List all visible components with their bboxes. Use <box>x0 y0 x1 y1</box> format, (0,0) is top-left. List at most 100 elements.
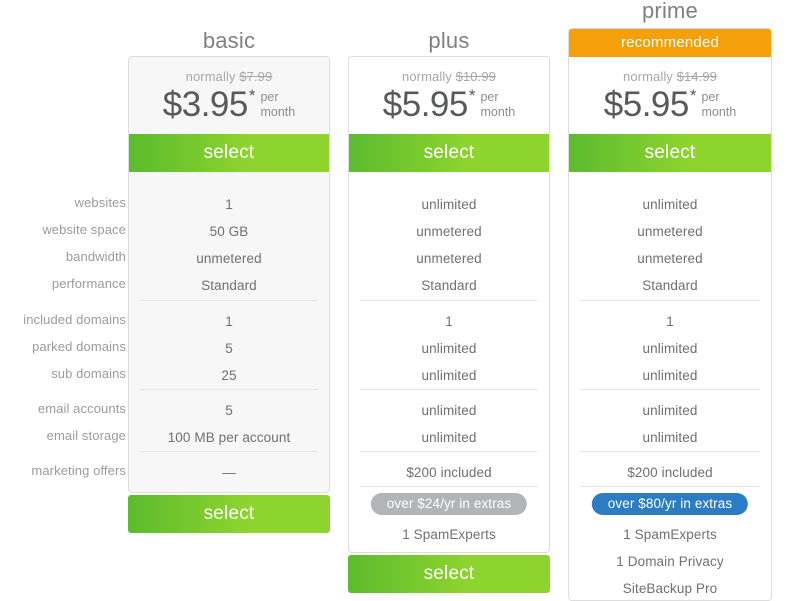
current-price: $3.95 <box>162 85 249 124</box>
feature-label-website-space: website space <box>42 222 126 237</box>
feature-label-email-storage: email storage <box>46 428 126 443</box>
per-month-label: per month <box>480 90 515 120</box>
feature-label-marketing-offers: marketing offers <box>31 463 126 478</box>
per-label: per <box>480 90 499 104</box>
group-divider-4 <box>580 486 760 487</box>
group-divider-1 <box>360 300 538 301</box>
feature-label-included-domains: included domains <box>23 312 126 327</box>
plan-title-basic: basic <box>202 28 256 53</box>
feature-value-prime-websites: unlimited <box>642 197 698 212</box>
price-asterisk: * <box>468 86 476 105</box>
feature-value-prime-performance: Standard <box>642 278 698 293</box>
feature-value-basic-performance: Standard <box>201 278 257 293</box>
plan-card-prime: recommended normally $14.99 $5.95 * per … <box>568 28 772 601</box>
current-price-row-basic: $3.95 * per month <box>129 86 329 124</box>
normally-price-prime: normally $14.99 <box>569 69 771 85</box>
feature-value-basic-marketing-offers: — <box>222 465 236 480</box>
feature-label-column: websites website space bandwidth perform… <box>0 0 126 601</box>
select-button-basic-bottom[interactable]: select <box>128 495 330 533</box>
feature-value-plus-bandwidth: unmetered <box>416 251 482 266</box>
feature-value-basic-parked-domains: 5 <box>225 341 233 356</box>
current-price-row-plus: $5.95 * per month <box>349 86 549 124</box>
group-divider-2 <box>140 389 318 390</box>
select-button-prime-top[interactable]: select <box>569 134 771 172</box>
feature-value-basic-email-accounts: 5 <box>225 403 233 418</box>
extra-item-prime-3: SiteBackup Pro <box>622 581 718 596</box>
group-divider-3 <box>140 451 318 452</box>
plan-card-plus: normally $10.99 $5.95 * per month select… <box>348 56 550 553</box>
original-price: $10.99 <box>455 69 497 84</box>
feature-label-performance: performance <box>51 276 126 291</box>
recommended-badge: recommended <box>569 29 771 57</box>
plan-title-plus: plus <box>428 28 470 53</box>
pricing-table: websites website space bandwidth perform… <box>0 0 803 601</box>
select-button-basic-top[interactable]: select <box>129 134 329 172</box>
per-month-label: per month <box>260 90 295 120</box>
price-block-prime: normally $14.99 $5.95 * per month <box>569 69 771 124</box>
group-divider-1 <box>580 300 760 301</box>
feature-value-plus-marketing-offers: $200 included <box>406 465 492 480</box>
group-divider-3 <box>580 451 760 452</box>
extra-item-prime-2: 1 Domain Privacy <box>616 554 724 569</box>
group-divider-2 <box>580 389 760 390</box>
current-price-row-prime: $5.95 * per month <box>569 86 771 124</box>
plan-card-basic: normally $7.99 $3.95 * per month select … <box>128 56 330 493</box>
original-price: $7.99 <box>239 69 273 84</box>
current-price: $5.95 <box>603 85 690 124</box>
feature-value-plus-email-accounts: unlimited <box>421 403 477 418</box>
feature-value-basic-included-domains: 1 <box>225 314 233 329</box>
group-divider-2 <box>360 389 538 390</box>
current-price: $5.95 <box>382 85 469 124</box>
feature-value-basic-bandwidth: unmetered <box>196 251 262 266</box>
feature-value-prime-marketing-offers: $200 included <box>627 465 713 480</box>
normally-price-plus: normally $10.99 <box>349 69 549 85</box>
group-divider-3 <box>360 451 538 452</box>
feature-value-prime-sub-domains: unlimited <box>642 368 698 383</box>
extra-item-prime-1: 1 SpamExperts <box>623 527 717 542</box>
per-label: per <box>701 90 720 104</box>
price-block-plus: normally $10.99 $5.95 * per month <box>349 69 549 124</box>
feature-value-basic-website-space: 50 GB <box>209 224 249 239</box>
feature-value-plus-website-space: unmetered <box>416 224 482 239</box>
extra-item-plus-1: 1 SpamExperts <box>402 527 496 542</box>
feature-value-prime-included-domains: 1 <box>666 314 674 329</box>
feature-value-plus-email-storage: unlimited <box>421 430 477 445</box>
feature-value-plus-parked-domains: unlimited <box>421 341 477 356</box>
feature-value-plus-sub-domains: unlimited <box>421 368 477 383</box>
group-divider-4 <box>360 486 538 487</box>
normally-price-basic: normally $7.99 <box>129 69 329 85</box>
normally-prefix: normally <box>185 69 236 84</box>
select-button-plus-top[interactable]: select <box>349 134 549 172</box>
feature-value-prime-email-storage: unlimited <box>642 430 698 445</box>
extras-badge-prime: over $80/yr in extras <box>591 493 749 515</box>
feature-label-websites: websites <box>74 195 126 210</box>
price-asterisk: * <box>689 86 697 105</box>
select-button-plus-bottom[interactable]: select <box>348 555 550 593</box>
price-asterisk: * <box>248 86 256 105</box>
group-divider-1 <box>140 300 318 301</box>
extras-badge-plus: over $24/yr in extras <box>370 493 528 515</box>
feature-value-basic-websites: 1 <box>225 197 233 212</box>
month-label: month <box>480 105 516 119</box>
per-month-label: per month <box>701 90 736 120</box>
feature-value-basic-email-storage: 100 MB per account <box>167 430 291 445</box>
original-price: $14.99 <box>676 69 718 84</box>
feature-value-prime-bandwidth: unmetered <box>637 251 703 266</box>
normally-prefix: normally <box>401 69 452 84</box>
feature-label-bandwidth: bandwidth <box>65 249 126 264</box>
normally-prefix: normally <box>622 69 673 84</box>
plan-title-prime: prime <box>641 0 698 23</box>
month-label: month <box>260 105 296 119</box>
per-label: per <box>260 90 279 104</box>
plan-column-plus: plus normally $10.99 $5.95 * per month s… <box>348 0 550 601</box>
feature-label-email-accounts: email accounts <box>37 401 126 416</box>
plan-column-prime: prime recommended normally $14.99 $5.95 … <box>568 0 772 601</box>
price-block-basic: normally $7.99 $3.95 * per month <box>129 69 329 124</box>
feature-value-prime-parked-domains: unlimited <box>642 341 698 356</box>
feature-label-parked-domains: parked domains <box>32 339 126 354</box>
feature-value-plus-websites: unlimited <box>421 197 477 212</box>
feature-label-sub-domains: sub domains <box>51 366 126 381</box>
feature-value-basic-sub-domains: 25 <box>221 368 237 383</box>
month-label: month <box>701 105 737 119</box>
feature-value-plus-performance: Standard <box>421 278 477 293</box>
